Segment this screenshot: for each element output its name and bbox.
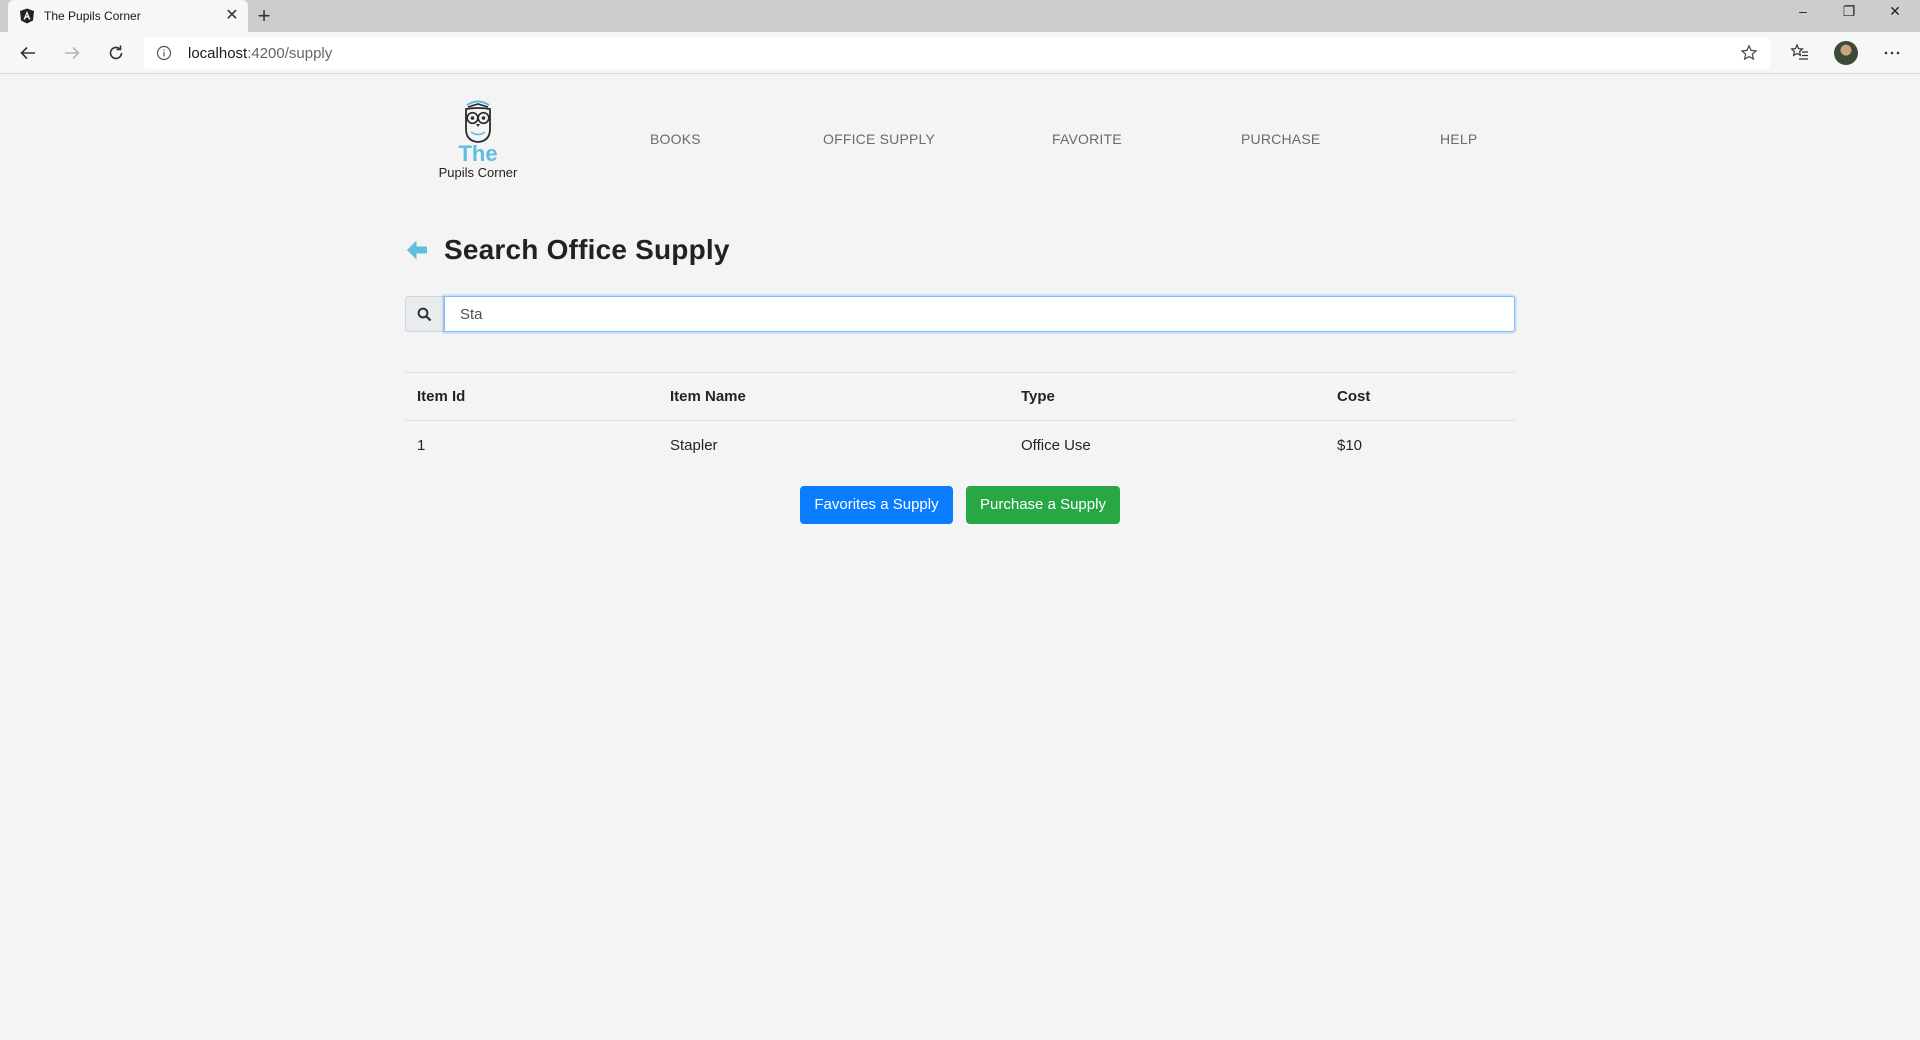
action-buttons: Favorites a Supply Purchase a Supply [405, 486, 1515, 524]
nav-purchase[interactable]: PURCHASE [1241, 131, 1320, 147]
site-logo[interactable]: The Pupils Corner [405, 97, 551, 187]
nav-favorite[interactable]: FAVORITE [1052, 131, 1122, 147]
profile-avatar[interactable] [1834, 41, 1858, 65]
column-header-cost: Cost [1325, 372, 1515, 421]
address-bar[interactable]: localhost:4200/supply [144, 37, 1770, 69]
logo-the: The [458, 141, 498, 166]
search-group [405, 296, 1515, 332]
url-host: localhost [188, 45, 248, 62]
page-content: The Pupils Corner BOOKS OFFICE SUPPLY FA… [0, 75, 1920, 1040]
restore-button[interactable]: ❐ [1826, 0, 1872, 24]
nav-office-supply[interactable]: OFFICE SUPPLY [823, 131, 935, 147]
url-path: :4200/supply [247, 45, 333, 62]
tab-strip: The Pupils Corner ✕ + – ❐ ✕ [0, 0, 1920, 32]
browser-toolbar: localhost:4200/supply [0, 32, 1920, 74]
url-text[interactable]: localhost:4200/supply [188, 45, 332, 62]
back-button[interactable] [14, 39, 42, 67]
more-button[interactable] [1878, 39, 1906, 67]
favorites-button[interactable] [1786, 39, 1814, 67]
table-row[interactable]: 1 Stapler Office Use $10 [405, 421, 1515, 470]
close-window-button[interactable]: ✕ [1872, 0, 1918, 24]
cell-cost: $10 [1337, 436, 1363, 454]
more-dots-icon [1884, 51, 1900, 55]
angular-icon [20, 8, 34, 24]
column-header-item-name: Item Name [658, 372, 1009, 421]
logo-name: Pupils Corner [438, 165, 518, 180]
browser-tab[interactable]: The Pupils Corner ✕ [8, 0, 248, 32]
nav-help[interactable]: HELP [1440, 131, 1477, 147]
search-icon [417, 307, 432, 321]
new-tab-button[interactable]: + [251, 3, 277, 29]
info-icon[interactable] [156, 45, 172, 61]
refresh-icon [109, 45, 123, 60]
close-tab-icon[interactable]: ✕ [222, 6, 242, 26]
page-title: Search Office Supply [444, 234, 730, 265]
cell-item-name: Stapler [670, 436, 718, 454]
arrow-left-icon[interactable] [405, 238, 429, 262]
tab-title: The Pupils Corner [44, 9, 141, 23]
owl-icon [465, 100, 491, 143]
star-icon[interactable] [1740, 44, 1758, 62]
purchase-supply-button[interactable]: Purchase a Supply [966, 486, 1120, 524]
table-header-row: Item Id Item Name Type Cost [405, 372, 1515, 421]
arrow-right-icon [65, 46, 80, 60]
favorites-list-icon [1790, 43, 1808, 60]
search-input[interactable] [444, 296, 1515, 332]
forward-button[interactable] [58, 39, 86, 67]
favorite-supply-button[interactable]: Favorites a Supply [800, 486, 953, 524]
search-addon [405, 296, 444, 332]
cell-item-id: 1 [417, 436, 426, 454]
nav-books[interactable]: BOOKS [650, 131, 701, 147]
column-header-type: Type [1009, 372, 1325, 421]
reload-button[interactable] [102, 39, 130, 67]
minimize-button[interactable]: – [1780, 0, 1826, 24]
cell-type: Office Use [1021, 436, 1091, 454]
supply-table: Item Id Item Name Type Cost 1 Stapler Of… [405, 372, 1515, 470]
column-header-item-id: Item Id [405, 372, 658, 421]
arrow-left-icon [20, 46, 35, 60]
